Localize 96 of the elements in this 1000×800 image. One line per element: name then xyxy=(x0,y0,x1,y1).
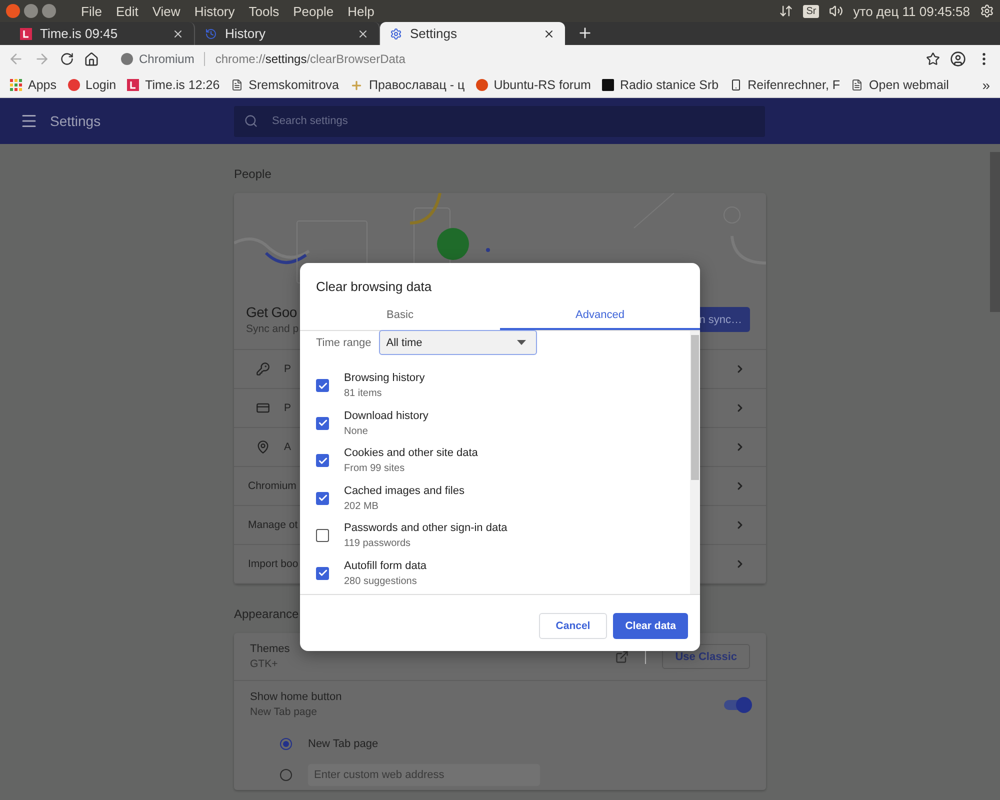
menu-item[interactable]: Edit xyxy=(110,4,144,18)
window-maximize-button[interactable] xyxy=(42,4,56,18)
themes-label: Themes xyxy=(250,643,291,655)
credit-card-icon xyxy=(256,401,270,415)
cross-icon xyxy=(350,78,363,92)
bookmark[interactable]: Radio stanice Srb xyxy=(602,78,719,92)
menu-item[interactable]: People xyxy=(288,4,339,18)
time-range-label: Time range xyxy=(316,336,372,348)
home-icon[interactable] xyxy=(84,52,99,66)
dialog-tab[interactable]: Basic xyxy=(300,302,500,330)
dialog-title: Clear browsing data xyxy=(315,278,433,296)
section-heading: Appearance xyxy=(234,606,299,623)
section-heading: People xyxy=(234,166,272,183)
item-detail: 81 items xyxy=(344,388,383,400)
bookmark[interactable]: Православац - ц xyxy=(350,78,465,92)
item-label: Download history xyxy=(344,410,428,422)
settings-icon[interactable] xyxy=(980,4,994,18)
site-info-icon[interactable] xyxy=(121,53,133,65)
item-detail: 119 passwords xyxy=(344,538,412,550)
time-logo-icon xyxy=(127,79,140,91)
tab-title: History xyxy=(225,26,266,41)
page-title: Settings xyxy=(50,113,101,129)
menu-icon[interactable] xyxy=(20,112,38,130)
location-pin-icon xyxy=(256,440,270,454)
bookmark[interactable]: Login xyxy=(68,78,116,92)
search-icon xyxy=(244,114,258,128)
bookmarks-overflow[interactable]: » xyxy=(982,77,990,93)
dialog-scrollbar[interactable] xyxy=(690,331,700,594)
bookmark[interactable]: Apps xyxy=(10,78,56,92)
bookmark[interactable]: Open webmail xyxy=(851,78,949,92)
radio-button[interactable] xyxy=(280,738,292,750)
address-url[interactable]: chrome://settings/clearBrowserData xyxy=(215,52,406,66)
external-link-icon[interactable] xyxy=(615,650,630,664)
tab-title: Settings xyxy=(410,26,458,41)
bookmark[interactable]: Time.is 12:26 xyxy=(127,78,220,92)
page-icon xyxy=(230,79,243,91)
tab-title: Time.is 09:45 xyxy=(40,26,119,41)
apps-grid-icon xyxy=(10,79,22,91)
cancel-button[interactable]: Cancel xyxy=(538,613,608,639)
clock[interactable]: уто дец 11 09:45:58 xyxy=(853,4,970,18)
sign-in-title: Get Goo xyxy=(246,304,297,320)
checkbox[interactable] xyxy=(316,566,329,580)
checkbox[interactable] xyxy=(316,529,329,542)
bookmark[interactable]: Sremskomitrova xyxy=(230,78,339,92)
item-label: Browsing history xyxy=(344,372,425,384)
item-label: Cached images and files xyxy=(344,484,464,497)
keyboard-layout-indicator[interactable]: Sr xyxy=(803,4,820,18)
page-icon xyxy=(851,79,864,91)
window-close-button[interactable] xyxy=(6,4,20,18)
item-detail: None xyxy=(344,426,369,437)
item-label: Cookies and other site data xyxy=(344,447,478,460)
volume-icon[interactable] xyxy=(829,4,844,18)
close-icon[interactable] xyxy=(357,28,369,40)
account-icon[interactable] xyxy=(950,51,966,67)
history-icon xyxy=(205,28,217,40)
time-range-select[interactable]: All time xyxy=(379,330,538,355)
toggle-switch[interactable] xyxy=(724,700,750,710)
themes-value: GTK+ xyxy=(250,658,278,670)
scrollbar[interactable] xyxy=(990,152,1000,312)
item-label: Autofill form data xyxy=(344,560,427,572)
circle-logo-icon xyxy=(476,79,488,91)
window-minimize-button[interactable] xyxy=(24,4,38,18)
home-button-label: Show home button xyxy=(250,691,343,703)
reload-icon[interactable] xyxy=(60,52,74,66)
menu-item[interactable]: Help xyxy=(342,4,380,18)
item-detail: 280 suggestions xyxy=(344,576,418,587)
browser-tab[interactable]: Settings xyxy=(380,22,565,45)
bookmark[interactable]: Reifenrechner, F xyxy=(730,78,840,92)
menu-item[interactable]: View xyxy=(147,4,186,18)
menu-item[interactable]: File xyxy=(76,4,107,18)
home-button-value: New Tab page xyxy=(250,706,317,718)
checkbox[interactable] xyxy=(316,454,329,468)
close-icon[interactable] xyxy=(543,28,555,40)
network-arrows-icon[interactable] xyxy=(779,4,794,18)
star-icon[interactable] xyxy=(926,52,940,66)
clear-data-button[interactable]: Clear data xyxy=(613,613,688,639)
item-label: Passwords and other sign-in data xyxy=(344,522,508,534)
close-icon[interactable] xyxy=(172,28,184,40)
item-detail: 202 MB xyxy=(344,500,380,512)
bookmark[interactable]: Ubuntu-RS forum xyxy=(476,78,591,92)
url-input-field[interactable]: Enter custom web address xyxy=(308,764,540,786)
dropdown-caret-icon xyxy=(517,340,526,345)
site-name: Chromium xyxy=(139,52,194,66)
checkbox[interactable] xyxy=(316,379,329,392)
checkbox[interactable] xyxy=(316,492,329,505)
time-logo-icon xyxy=(20,28,32,40)
radio-label: New Tab page xyxy=(308,738,378,750)
key-icon xyxy=(256,362,270,376)
checkbox[interactable] xyxy=(316,416,329,430)
gear-icon xyxy=(390,28,402,40)
phone-icon xyxy=(730,79,742,91)
new-tab-icon[interactable] xyxy=(577,25,593,41)
menu-item[interactable]: Tools xyxy=(244,4,284,18)
radio-button[interactable] xyxy=(280,768,292,780)
menu-item[interactable]: History xyxy=(189,4,240,18)
item-detail: From 99 sites xyxy=(344,463,406,474)
